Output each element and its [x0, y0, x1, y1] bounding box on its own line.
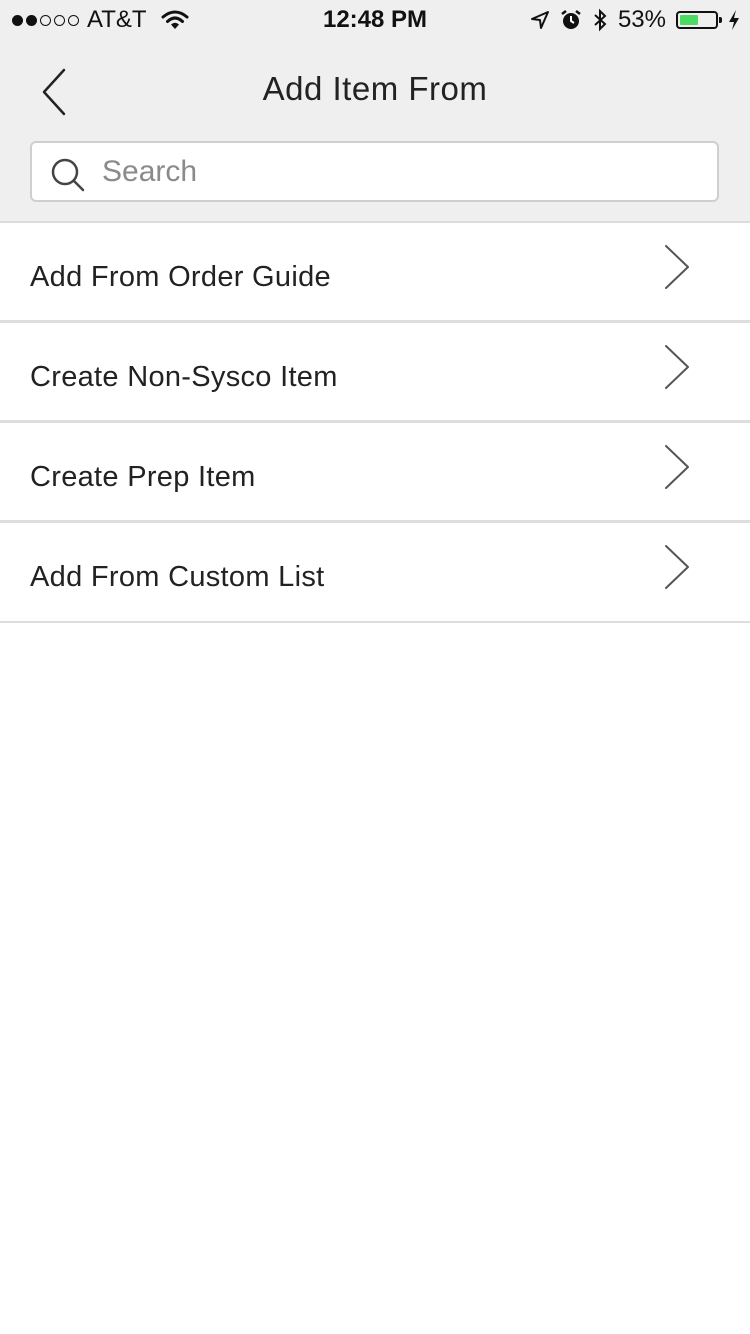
- chevron-right-icon: [665, 245, 689, 289]
- bluetooth-icon: [594, 8, 607, 32]
- signal-dot: [54, 14, 65, 26]
- signal-dot: [40, 14, 51, 26]
- chevron-right-icon: [665, 545, 689, 589]
- back-button[interactable]: [30, 62, 80, 122]
- battery-nub: [719, 17, 722, 23]
- search-bar[interactable]: [30, 141, 719, 202]
- location-arrow-icon: [530, 11, 549, 29]
- status-left: AT&T: [12, 6, 189, 34]
- chevron-left-icon: [42, 68, 66, 116]
- carrier-name: AT&T: [87, 6, 147, 33]
- list-item-label: Create Prep Item: [30, 461, 256, 493]
- chevron-right-icon: [665, 345, 689, 389]
- alarm-icon: [561, 10, 581, 29]
- list-item-create-prep-item[interactable]: Create Prep Item: [0, 423, 750, 523]
- list-item-label: Create Non-Sysco Item: [30, 361, 338, 393]
- list-item-create-non-sysco-item[interactable]: Create Non-Sysco Item: [0, 323, 750, 423]
- signal-dot: [26, 14, 37, 26]
- screen: AT&T 12:48 PM 53% Add Item From Search A…: [0, 0, 750, 1334]
- battery-level-fill: [680, 15, 699, 25]
- wifi-icon: [161, 10, 189, 29]
- battery-icon: [676, 11, 722, 29]
- search-input[interactable]: [100, 153, 684, 190]
- list-item-add-from-custom-list[interactable]: Add From Custom List: [0, 523, 750, 623]
- page-title: Add Item From: [262, 70, 488, 107]
- charging-bolt-icon: [729, 10, 739, 30]
- nav-header: Add Item From: [0, 40, 750, 223]
- signal-dot: [12, 14, 23, 26]
- list-item-label: Add From Order Guide: [30, 261, 331, 293]
- signal-strength-icon: [12, 14, 79, 26]
- chevron-right-icon: [665, 445, 689, 489]
- status-right: 53%: [530, 6, 740, 34]
- list-item-label: Add From Custom List: [30, 561, 325, 593]
- status-bar: AT&T 12:48 PM 53%: [0, 0, 750, 40]
- signal-dot: [68, 14, 79, 26]
- add-item-options-list: Add From Order Guide Create Non-Sysco It…: [0, 223, 750, 623]
- search-icon: [51, 158, 85, 191]
- list-item-add-from-order-guide[interactable]: Add From Order Guide: [0, 223, 750, 323]
- battery-percentage: 53%: [617, 6, 666, 33]
